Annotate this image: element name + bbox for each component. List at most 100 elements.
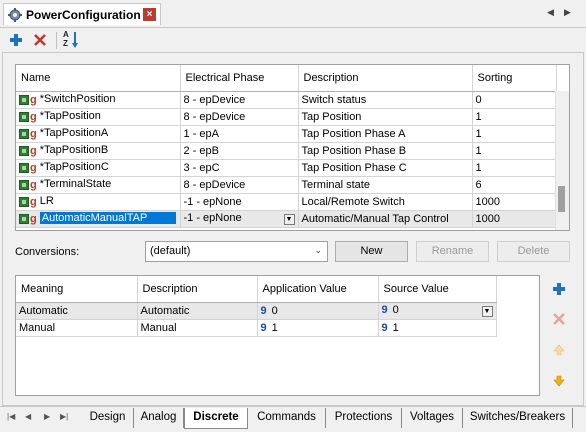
rename-button[interactable]: Rename bbox=[416, 241, 489, 262]
tab-scroll-left-icon[interactable]: ◀ bbox=[547, 7, 554, 18]
last-tab-icon[interactable]: ▶| bbox=[60, 412, 68, 421]
delete-conversion-row-button[interactable] bbox=[549, 309, 569, 329]
name-cell[interactable]: g *TapPositionA bbox=[16, 125, 181, 143]
point-icon bbox=[19, 94, 29, 105]
description-cell[interactable]: Switch status bbox=[298, 91, 473, 109]
table-row-selected[interactable]: g AutomaticManualTAP -1 - epNone ▼ Automat… bbox=[16, 210, 557, 228]
phase-cell[interactable]: 8 - epDevice bbox=[180, 91, 299, 109]
sorting-cell[interactable]: 1000 bbox=[472, 193, 557, 211]
tab-commands[interactable]: Commands bbox=[248, 408, 326, 428]
sorting-cell[interactable]: 1 bbox=[472, 125, 557, 143]
row-name-editor[interactable]: AutomaticManualTAP bbox=[39, 212, 176, 225]
phase-cell[interactable]: -1 - epNone ▼ bbox=[180, 210, 299, 228]
move-down-button[interactable] bbox=[549, 371, 569, 391]
move-up-button[interactable] bbox=[549, 340, 569, 360]
column-header-application-value[interactable]: Application Value bbox=[257, 276, 379, 303]
table-row[interactable]: g LR -1 - epNone Local/Remote Switch 1000 bbox=[16, 193, 557, 211]
grid-header-row: Name Electrical Phase Description Sortin… bbox=[16, 65, 557, 92]
description-cell[interactable]: Local/Remote Switch bbox=[298, 193, 473, 211]
column-header-electrical-phase[interactable]: Electrical Phase bbox=[180, 65, 299, 92]
table-row[interactable]: g *TerminalState 8 - epDevice Terminal st… bbox=[16, 176, 557, 194]
toolbar-divider bbox=[56, 32, 57, 49]
discrete-g-icon: g bbox=[30, 195, 37, 208]
next-tab-icon[interactable]: ▶ bbox=[44, 412, 50, 421]
description-cell[interactable]: Tap Position bbox=[298, 108, 473, 126]
table-row[interactable]: Manual Manual 91 91 bbox=[16, 319, 497, 337]
phase-cell[interactable]: 8 - epDevice bbox=[180, 176, 299, 194]
description-cell[interactable]: Automatic/Manual Tap Control bbox=[298, 210, 473, 228]
column-header-name[interactable]: Name bbox=[16, 65, 181, 92]
table-row[interactable]: g *SwitchPosition 8 - epDevice Switch sta… bbox=[16, 91, 557, 109]
discrete-g-icon: g bbox=[30, 212, 37, 225]
column-header-source-value[interactable]: Source Value bbox=[378, 276, 497, 303]
application-value-cell[interactable]: 90 bbox=[257, 302, 379, 320]
delete-conversion-button[interactable]: Delete bbox=[497, 241, 570, 262]
new-button[interactable]: New bbox=[335, 241, 408, 262]
source-value-cell[interactable]: 91 bbox=[378, 319, 497, 337]
column-header-meaning[interactable]: Meaning bbox=[16, 276, 138, 303]
tab-switches-breakers[interactable]: Switches/Breakers bbox=[463, 408, 573, 428]
sort-button[interactable]: A Z bbox=[62, 30, 80, 49]
table-row[interactable]: g *TapPositionB 2 - epB Tap Position Phas… bbox=[16, 142, 557, 160]
sorting-cell[interactable]: 1000 bbox=[472, 210, 557, 228]
description-cell[interactable]: Manual bbox=[137, 319, 258, 337]
document-tab[interactable]: PowerConfiguration × bbox=[3, 3, 161, 25]
column-header-sorting[interactable]: Sorting bbox=[472, 65, 557, 92]
phase-cell[interactable]: -1 - epNone bbox=[180, 193, 299, 211]
column-header-description[interactable]: Description bbox=[137, 276, 258, 303]
phase-cell[interactable]: 8 - epDevice bbox=[180, 108, 299, 126]
sorting-cell[interactable]: 0 bbox=[472, 91, 557, 109]
meaning-cell[interactable]: Manual bbox=[16, 319, 138, 337]
tab-discrete[interactable]: Discrete bbox=[184, 408, 248, 429]
conversion-values-grid[interactable]: Meaning Description Application Value So… bbox=[15, 275, 540, 396]
name-cell[interactable]: g *SwitchPosition bbox=[16, 91, 181, 109]
conversions-selected-value: (default) bbox=[150, 245, 191, 257]
column-header-description[interactable]: Description bbox=[298, 65, 473, 92]
name-cell[interactable]: g *TapPositionC bbox=[16, 159, 181, 177]
previous-tab-icon[interactable]: ◀ bbox=[25, 412, 31, 421]
delete-button[interactable] bbox=[31, 31, 49, 49]
description-cell[interactable]: Tap Position Phase A bbox=[298, 125, 473, 143]
close-icon[interactable]: × bbox=[143, 8, 156, 21]
first-tab-icon[interactable]: |◀ bbox=[7, 412, 15, 421]
source-value-cell[interactable]: 9 0 ▼ bbox=[378, 302, 497, 320]
tab-analog[interactable]: Analog bbox=[134, 408, 184, 428]
point-icon bbox=[19, 128, 29, 139]
chevron-down-icon[interactable]: ▼ bbox=[283, 214, 295, 225]
table-row[interactable]: g *TapPositionA 1 - epA Tap Position Phas… bbox=[16, 125, 557, 143]
description-cell[interactable]: Terminal state bbox=[298, 176, 473, 194]
description-cell[interactable]: Automatic bbox=[137, 302, 258, 320]
scrollbar-thumb[interactable] bbox=[558, 186, 565, 212]
meaning-cell[interactable]: Automatic bbox=[16, 302, 138, 320]
name-cell[interactable]: g LR bbox=[16, 193, 181, 211]
add-button[interactable] bbox=[7, 31, 25, 49]
tab-scroll-right-icon[interactable]: ▶ bbox=[564, 7, 571, 18]
sorting-cell[interactable]: 1 bbox=[472, 142, 557, 160]
name-cell[interactable]: g AutomaticManualTAP bbox=[16, 210, 181, 228]
name-cell[interactable]: g *TapPosition bbox=[16, 108, 181, 126]
conversions-select[interactable]: (default) ⌄ bbox=[145, 241, 328, 262]
sorting-cell[interactable]: 1 bbox=[472, 108, 557, 126]
phase-cell[interactable]: 3 - epC bbox=[180, 159, 299, 177]
tab-voltages[interactable]: Voltages bbox=[402, 408, 463, 428]
name-cell[interactable]: g *TapPositionB bbox=[16, 142, 181, 160]
table-row[interactable]: g *TapPosition 8 - epDevice Tap Position … bbox=[16, 108, 557, 126]
add-conversion-row-button[interactable] bbox=[549, 279, 569, 299]
table-row-selected[interactable]: Automatic Automatic 90 9 0 ▼ bbox=[16, 302, 497, 320]
row-name: *TapPositionC bbox=[39, 161, 109, 174]
sorting-cell[interactable]: 1 bbox=[472, 159, 557, 177]
sorting-cell[interactable]: 6 bbox=[472, 176, 557, 194]
phase-cell[interactable]: 1 - epA bbox=[180, 125, 299, 143]
name-cell[interactable]: g *TerminalState bbox=[16, 176, 181, 194]
application-value-cell[interactable]: 91 bbox=[257, 319, 379, 337]
description-cell[interactable]: Tap Position Phase C bbox=[298, 159, 473, 177]
tab-design[interactable]: Design bbox=[82, 408, 134, 428]
description-cell[interactable]: Tap Position Phase B bbox=[298, 142, 473, 160]
tab-protections[interactable]: Protections bbox=[326, 408, 402, 428]
point-icon bbox=[19, 179, 29, 190]
table-row[interactable]: g *TapPositionC 3 - epC Tap Position Phas… bbox=[16, 159, 557, 177]
phase-cell[interactable]: 2 - epB bbox=[180, 142, 299, 160]
chevron-down-icon[interactable]: ▼ bbox=[481, 306, 493, 317]
points-grid[interactable]: Name Electrical Phase Description Sortin… bbox=[15, 64, 570, 231]
x-icon bbox=[34, 34, 46, 46]
